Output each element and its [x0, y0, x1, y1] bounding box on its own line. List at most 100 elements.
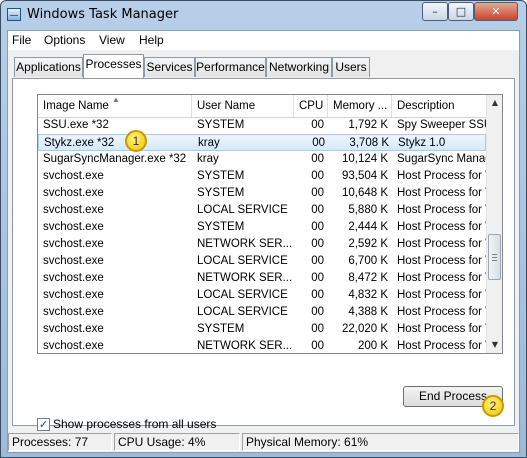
cell-cpu: 00 — [312, 137, 325, 149]
cell-image-name: svchost.exe — [43, 255, 104, 267]
tab-strip: Applications Processes Services Performa… — [8, 53, 519, 79]
tab-performance[interactable]: Performance — [195, 57, 266, 77]
table-row[interactable]: svchost.exe LOCAL SERVICE 00 4,388 K Host Pr… — [38, 304, 486, 321]
maximize-button[interactable]: □ — [448, 2, 474, 21]
cell-image-name: svchost.exe — [43, 272, 104, 284]
cell-image-name: Stykz.exe *32 — [44, 137, 115, 149]
scroll-down-icon[interactable]: ▼ — [487, 337, 502, 353]
table-row[interactable]: svchost.exe SYSTEM 00 2,444 K Host Process f… — [38, 219, 486, 236]
scroll-up-icon[interactable]: ▲ — [487, 95, 502, 111]
tab-services[interactable]: Services — [144, 57, 195, 77]
cell-user-name: NETWORK SER... — [197, 272, 293, 284]
table-row[interactable]: SugarSyncManager.exe *32 kray 00 10,124 K Su… — [38, 151, 486, 168]
cell-cpu: 00 — [311, 306, 324, 318]
cell-memory: 10,124 K — [341, 153, 388, 165]
column-header-memory[interactable]: Memory ... — [328, 95, 392, 117]
cell-user-name: SYSTEM — [197, 323, 245, 335]
tab-applications[interactable]: Applications — [14, 57, 83, 77]
table-row-selected[interactable]: Stykz.exe *32 kray 00 3,708 K Stykz 1.0 — [38, 134, 486, 151]
cell-description: Host Process for W — [397, 340, 486, 352]
minimize-button[interactable]: – — [422, 2, 448, 21]
cell-description: Host Process for W — [397, 255, 486, 267]
column-headers: ▲ Image Name User Name CPU Memory ... De… — [38, 95, 486, 118]
cell-memory: 2,444 K — [348, 221, 388, 233]
status-physical-memory: Physical Memory: 61% — [242, 433, 519, 451]
tab-processes[interactable]: Processes — [83, 54, 144, 78]
column-header-user-name[interactable]: User Name — [192, 95, 294, 117]
cell-cpu: 00 — [311, 170, 324, 182]
status-processes: Processes: 77 — [8, 433, 112, 451]
process-list: ▲ Image Name User Name CPU Memory ... De… — [37, 94, 503, 354]
table-row[interactable]: SSU.exe *32 SYSTEM 00 1,792 K Spy Sweeper SS… — [38, 117, 486, 134]
window-title: Windows Task Manager — [27, 7, 179, 22]
cell-cpu: 00 — [311, 119, 324, 131]
column-header-image-name[interactable]: ▲ Image Name — [38, 95, 192, 117]
tab-networking[interactable]: Networking — [266, 57, 332, 77]
cell-description: Host Process for W — [397, 306, 486, 318]
cell-cpu: 00 — [311, 255, 324, 267]
cell-image-name: svchost.exe — [43, 187, 104, 199]
cell-cpu: 00 — [311, 221, 324, 233]
cell-cpu: 00 — [311, 204, 324, 216]
cell-memory: 2,592 K — [348, 238, 388, 250]
task-manager-icon — [7, 8, 21, 21]
cell-cpu: 00 — [311, 323, 324, 335]
menu-file[interactable]: File — [12, 33, 31, 47]
table-row[interactable]: svchost.exe NETWORK SER... 00 2,592 K Host P… — [38, 236, 486, 253]
cell-description: Host Process for W — [397, 323, 486, 335]
cell-image-name: svchost.exe — [43, 323, 104, 335]
table-row[interactable]: svchost.exe SYSTEM 00 10,648 K Host Process … — [38, 185, 486, 202]
cell-memory: 4,832 K — [348, 289, 388, 301]
cell-image-name: svchost.exe — [43, 221, 104, 233]
table-row[interactable]: svchost.exe LOCAL SERVICE 00 6,700 K Host Pr… — [38, 253, 486, 270]
cell-image-name: svchost.exe — [43, 204, 104, 216]
sort-ascending-icon: ▲ — [112, 95, 120, 104]
scrollbar-thumb[interactable] — [488, 234, 501, 280]
cell-memory: 10,648 K — [341, 187, 388, 199]
vertical-scrollbar[interactable]: ▲ ▼ — [486, 95, 502, 353]
cell-user-name: NETWORK SER... — [197, 340, 293, 352]
cell-description: Host Process for W — [397, 170, 486, 182]
cell-cpu: 00 — [311, 187, 324, 199]
table-row[interactable]: svchost.exe NETWORK SER... 00 200 K Host Pro… — [38, 338, 486, 353]
cell-description: Host Process for W — [397, 289, 486, 301]
cell-user-name: SYSTEM — [197, 119, 245, 131]
cell-user-name: SYSTEM — [197, 221, 245, 233]
cell-description: SugarSync Manage — [397, 153, 486, 165]
cell-cpu: 00 — [311, 272, 324, 284]
cell-user-name: kray — [198, 137, 220, 149]
grip-line — [492, 257, 497, 258]
cell-memory: 93,504 K — [341, 170, 388, 182]
column-header-cpu[interactable]: CPU — [294, 95, 328, 117]
table-row[interactable]: svchost.exe LOCAL SERVICE 00 4,832 K Host Pr… — [38, 287, 486, 304]
cell-memory: 6,700 K — [348, 255, 388, 267]
cell-cpu: 00 — [311, 289, 324, 301]
column-header-description[interactable]: Description — [392, 95, 486, 117]
cell-user-name: SYSTEM — [197, 170, 245, 182]
cell-image-name: svchost.exe — [43, 340, 104, 352]
cell-description: Host Process for W — [397, 204, 486, 216]
table-row[interactable]: svchost.exe LOCAL SERVICE 00 5,880 K Host Pr… — [38, 202, 486, 219]
cell-description: Host Process for W — [397, 272, 486, 284]
show-all-users-checkbox[interactable]: ✓ — [37, 418, 50, 431]
task-manager-window: Windows Task Manager – □ ✕ File Options … — [0, 0, 527, 458]
table-row[interactable]: svchost.exe SYSTEM 00 93,504 K Host Process … — [38, 168, 486, 185]
cell-description: Spy Sweeper SSU — [397, 119, 486, 131]
cell-user-name: kray — [197, 153, 219, 165]
cell-description: Stykz 1.0 — [398, 137, 446, 149]
cell-memory: 8,472 K — [348, 272, 388, 284]
menu-help[interactable]: Help — [139, 33, 164, 47]
close-button[interactable]: ✕ — [474, 2, 518, 21]
menu-options[interactable]: Options — [44, 33, 85, 47]
processes-panel: ▲ Image Name User Name CPU Memory ... De… — [12, 78, 515, 431]
menu-view[interactable]: View — [99, 33, 125, 47]
title-bar[interactable]: Windows Task Manager – □ ✕ — [1, 1, 526, 29]
table-row[interactable]: svchost.exe SYSTEM 00 22,020 K Host Process … — [38, 321, 486, 338]
table-row[interactable]: svchost.exe NETWORK SER... 00 8,472 K Host P… — [38, 270, 486, 287]
cell-user-name: SYSTEM — [197, 187, 245, 199]
cell-description: Host Process for W — [397, 238, 486, 250]
show-all-users-label: Show processes from all users — [53, 417, 217, 431]
grip-line — [492, 254, 497, 255]
status-cpu-usage: CPU Usage: 4% — [114, 433, 240, 451]
tab-users[interactable]: Users — [332, 57, 370, 77]
